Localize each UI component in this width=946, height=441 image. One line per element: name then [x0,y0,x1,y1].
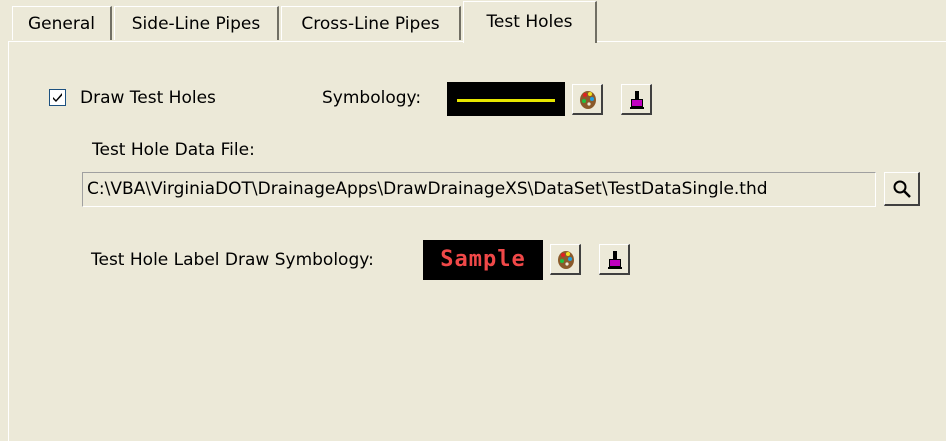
tab-test-holes[interactable]: Test Holes [463,1,597,43]
label-symbology-preview: Sample [423,240,543,280]
tab-side-line-pipes[interactable]: Side-Line Pipes [114,6,279,40]
tab-general[interactable]: General [12,6,112,40]
data-file-label: Test Hole Data File: [92,140,255,160]
palette-icon [580,91,596,109]
paintbrush-icon [608,251,622,269]
line-sample [457,99,555,102]
tab-cross-line-pipes[interactable]: Cross-Line Pipes [281,6,461,40]
label-symbology-label: Test Hole Label Draw Symbology: [91,250,374,270]
line-style-button[interactable] [621,84,652,115]
label-color-button[interactable] [550,244,581,275]
tab-label: Cross-Line Pipes [301,14,440,34]
checkmark-icon [53,93,62,102]
line-color-button[interactable] [572,84,603,115]
magnifier-icon [893,180,911,198]
tab-strip: General Side-Line Pipes Cross-Line Pipes… [0,0,946,44]
browse-data-file-button[interactable] [884,172,920,206]
label-style-button[interactable] [599,244,630,275]
tab-label: Side-Line Pipes [131,14,261,34]
line-symbology-preview [447,82,565,116]
paintbrush-icon [630,91,644,109]
tab-label: General [28,14,95,34]
draw-test-holes-label[interactable]: Draw Test Holes [80,88,216,108]
data-file-path-field[interactable]: C:\VBA\VirginiaDOT\DrainageApps\DrawDrai… [82,172,876,207]
palette-icon [558,251,574,269]
draw-test-holes-checkbox[interactable] [49,89,66,106]
tab-label: Test Holes [486,12,573,32]
symbology-label: Symbology: [322,88,422,108]
